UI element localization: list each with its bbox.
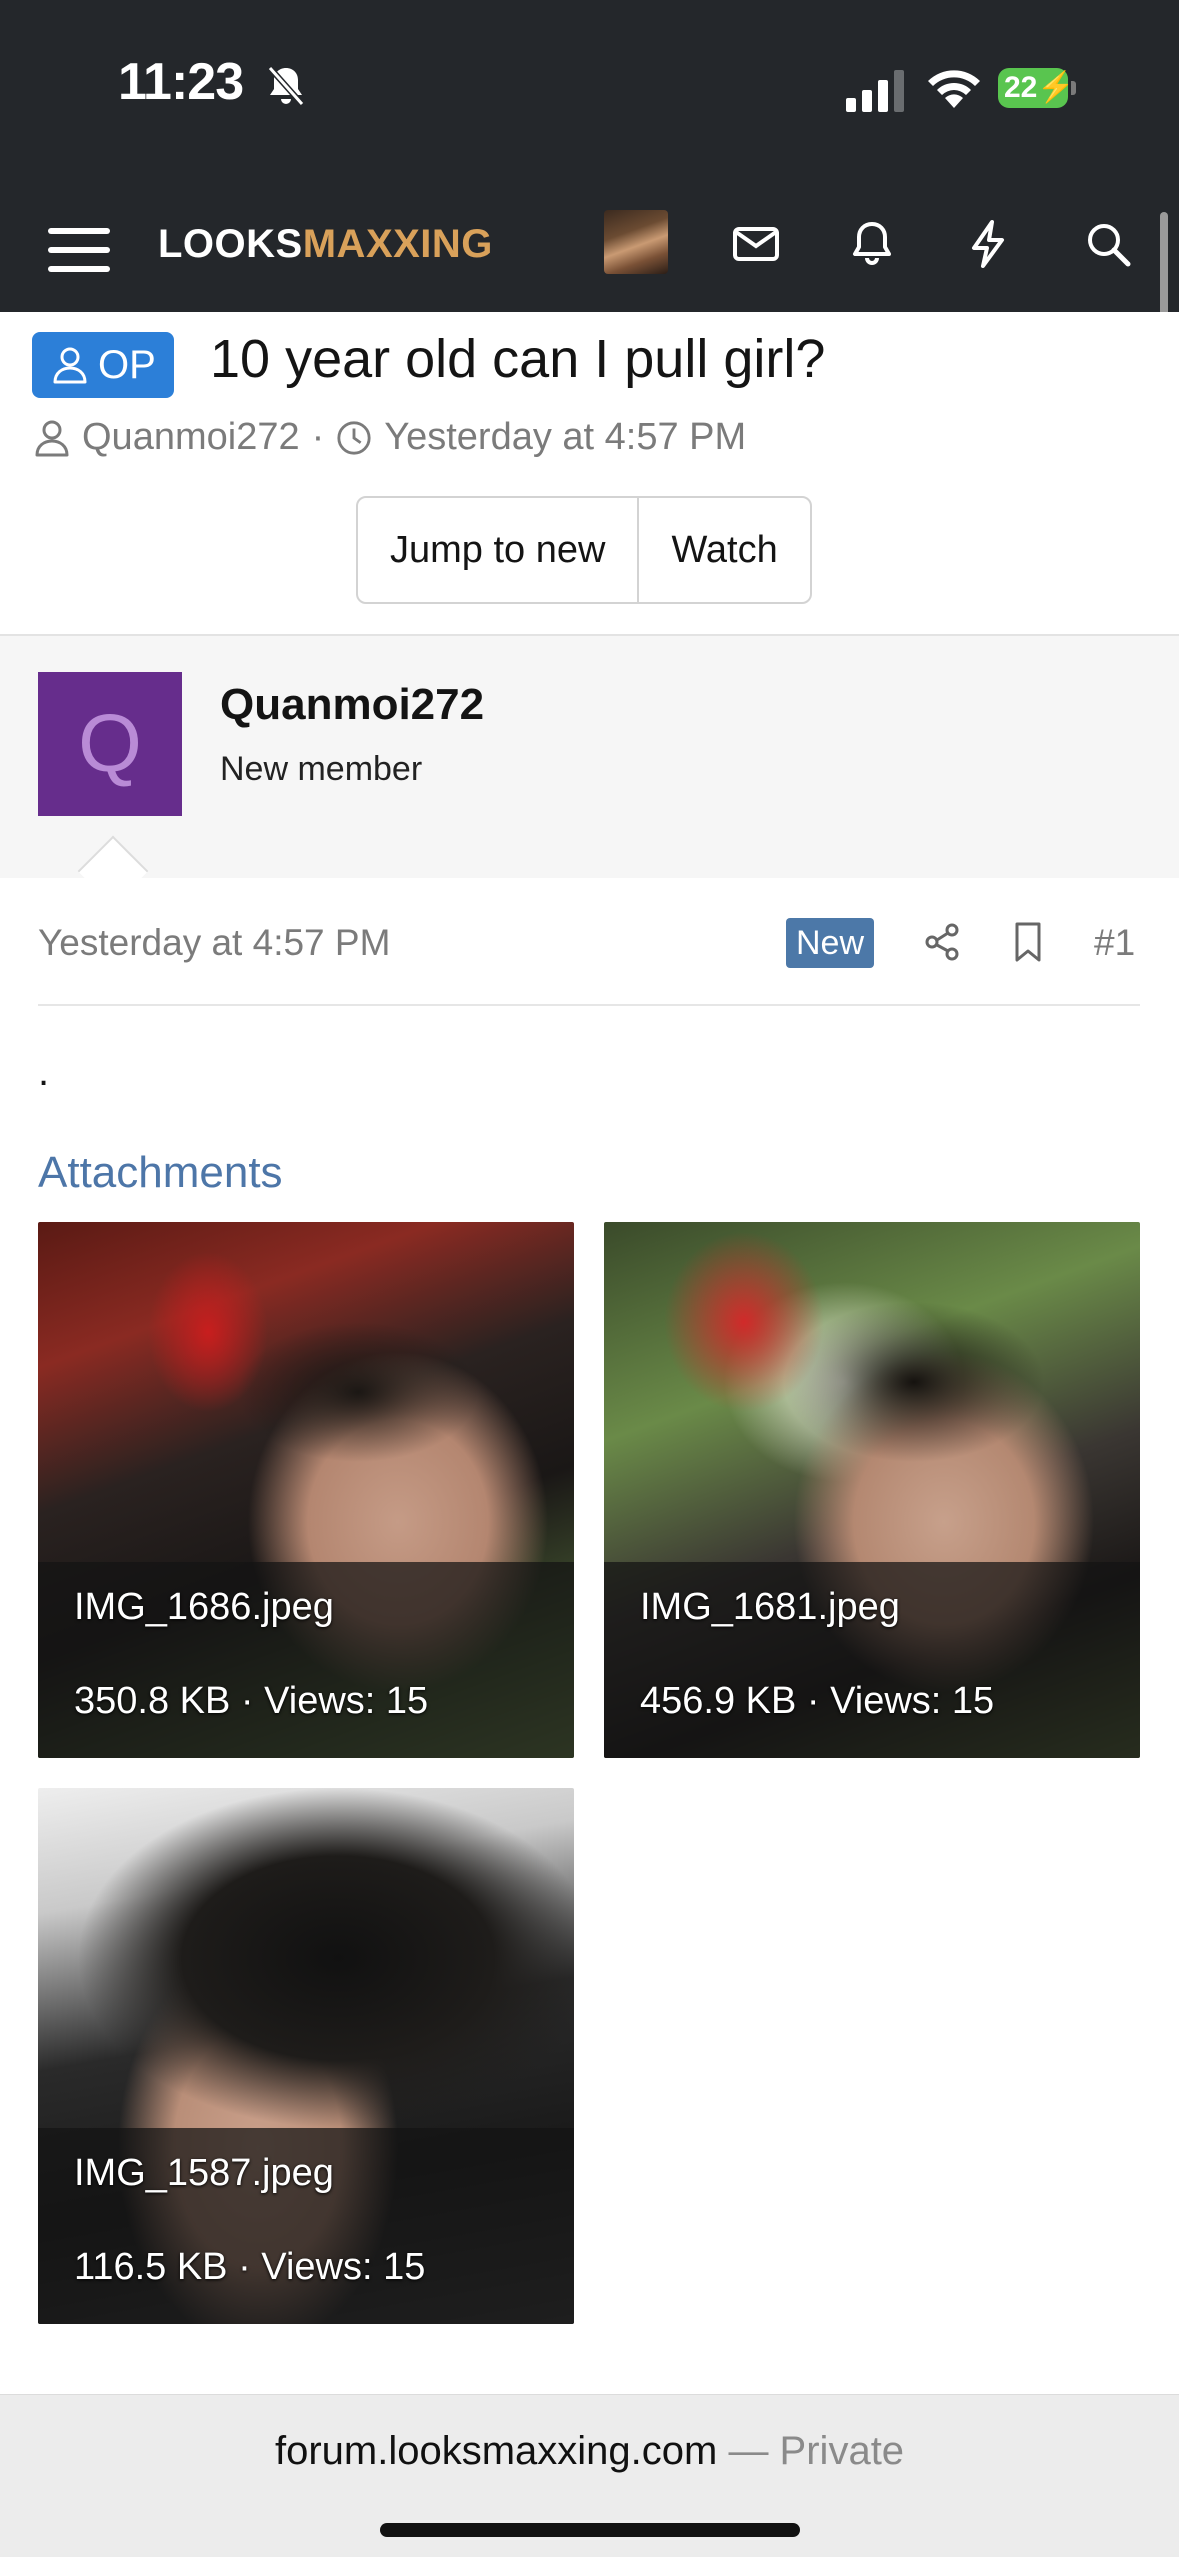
- username[interactable]: Quanmoi272: [220, 680, 484, 730]
- thread-title: 10 year old can I pull girl?: [210, 329, 826, 389]
- browser-address-bar[interactable]: forum.looksmaxxing.com — Private: [0, 2394, 1179, 2557]
- lightning-icon[interactable]: [958, 214, 1018, 274]
- status-time: 11:23: [118, 53, 244, 111]
- site-header: LOOKSMAXXING: [0, 200, 1179, 312]
- status-bar: 11:23 22⚡: [0, 0, 1179, 200]
- attachment-meta: 350.8 KB · Views: 15: [74, 1680, 429, 1722]
- url-display[interactable]: forum.looksmaxxing.com — Private: [0, 2429, 1179, 2474]
- battery-level: 22: [1004, 71, 1038, 104]
- attachment-meta: 456.9 KB · Views: 15: [640, 1680, 995, 1722]
- attachment-filename: IMG_1686.jpeg: [74, 1586, 334, 1628]
- bell-icon[interactable]: [842, 214, 902, 274]
- op-label: OP: [98, 343, 156, 387]
- meta-separator: ·: [311, 416, 325, 458]
- avatar[interactable]: Q: [38, 672, 182, 816]
- post-date[interactable]: Yesterday at 4:57 PM: [38, 922, 390, 964]
- thread-header: OP 10 year old can I pull girl? Quanmoi2…: [0, 312, 1179, 634]
- menu-icon[interactable]: [48, 220, 110, 280]
- attachments-title: Attachments: [38, 1148, 283, 1197]
- avatar[interactable]: [604, 210, 668, 274]
- post: Yesterday at 4:57 PM New #1 . Attachment…: [0, 878, 1179, 2394]
- user-title: New member: [220, 750, 423, 788]
- attachment-filename: IMG_1587.jpeg: [74, 2152, 334, 2194]
- attachment-thumbnail[interactable]: IMG_1686.jpeg 350.8 KB · Views: 15: [38, 1222, 574, 1758]
- attachment-caption: IMG_1587.jpeg 116.5 KB · Views: 15: [38, 2128, 574, 2324]
- wifi-icon: [928, 70, 980, 108]
- attachment-meta: 116.5 KB · Views: 15: [74, 2246, 426, 2288]
- bell-slash-icon: [267, 66, 305, 106]
- user-icon: [35, 420, 69, 456]
- thread-date[interactable]: Yesterday at 4:57 PM: [384, 416, 746, 459]
- attachment-thumbnail[interactable]: IMG_1681.jpeg 456.9 KB · Views: 15: [604, 1222, 1140, 1758]
- home-indicator[interactable]: [380, 2523, 800, 2537]
- watch-button[interactable]: Watch: [637, 498, 809, 602]
- attachment-filename: IMG_1681.jpeg: [640, 1586, 900, 1628]
- cellular-signal-icon: [846, 70, 904, 112]
- post-author-block: Q Quanmoi272 New member: [0, 634, 1179, 907]
- thread-author[interactable]: Quanmoi272: [82, 416, 300, 459]
- site-logo[interactable]: LOOKSMAXXING: [158, 222, 493, 267]
- user-icon: [53, 347, 87, 384]
- share-icon[interactable]: [918, 918, 966, 966]
- post-body: .: [38, 1050, 50, 1094]
- envelope-icon[interactable]: [726, 214, 786, 274]
- divider: [38, 1004, 1140, 1006]
- private-label: — Private: [717, 2429, 905, 2473]
- attachment-caption: IMG_1681.jpeg 456.9 KB · Views: 15: [604, 1562, 1140, 1758]
- search-icon[interactable]: [1078, 214, 1138, 274]
- attachment-thumbnail[interactable]: IMG_1587.jpeg 116.5 KB · Views: 15: [38, 1788, 574, 2324]
- battery-charging-icon: 22⚡: [998, 68, 1078, 108]
- thread-actions: Jump to new Watch: [356, 496, 812, 604]
- new-badge: New: [786, 918, 875, 968]
- op-badge: OP: [32, 332, 174, 398]
- attachment-caption: IMG_1686.jpeg 350.8 KB · Views: 15: [38, 1562, 574, 1758]
- url-domain: forum.looksmaxxing.com: [274, 2429, 718, 2473]
- jump-to-new-button[interactable]: Jump to new: [358, 498, 637, 602]
- thread-meta: Quanmoi272 · Yesterday at 4:57 PM: [34, 416, 746, 459]
- bookmark-icon[interactable]: [1004, 918, 1052, 966]
- post-number[interactable]: #1: [1094, 922, 1135, 964]
- clock-icon: [337, 420, 371, 455]
